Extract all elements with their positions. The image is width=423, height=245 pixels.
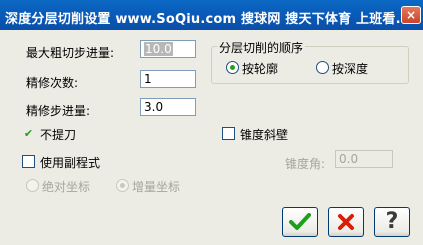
radio-incremental-coord-label[interactable]: 增量坐标: [132, 178, 180, 195]
close-button[interactable]: ×: [401, 6, 421, 24]
cancel-button[interactable]: [328, 207, 364, 237]
radio-absolute-coord[interactable]: [26, 179, 39, 192]
radio-by-contour[interactable]: [226, 61, 239, 74]
taper-angle-input[interactable]: 0.0: [335, 150, 393, 168]
checkmark-icon: ✔: [23, 127, 34, 140]
no-lift-checkbox[interactable]: ✔: [22, 127, 35, 140]
radio-by-depth-label[interactable]: 按深度: [332, 60, 368, 77]
finish-count-label: 精修次数:: [26, 76, 79, 90]
no-lift-label[interactable]: 不提刀: [40, 126, 76, 143]
ok-button[interactable]: [282, 207, 318, 237]
dialog-window: 深度分层切削设置 www.SoQiu.com 搜球网 搜天下体育 上班看... …: [0, 0, 423, 245]
max-rough-step-label: 最大粗切步进量:: [26, 46, 115, 60]
window-title: 深度分层切削设置 www.SoQiu.com 搜球网 搜天下体育 上班看...: [5, 12, 412, 27]
taper-wall-label[interactable]: 锥度斜壁: [240, 126, 288, 143]
max-rough-step-input[interactable]: 10.0: [140, 40, 196, 58]
radio-by-depth[interactable]: [316, 61, 329, 74]
taper-angle-label: 锥度角:: [285, 157, 326, 171]
close-icon: ×: [405, 8, 417, 22]
check-icon: [289, 213, 311, 230]
finish-step-input[interactable]: 3.0: [140, 98, 196, 116]
taper-wall-checkbox[interactable]: [222, 127, 235, 140]
finish-step-label: 精修步进量:: [26, 104, 91, 118]
radio-incremental-coord[interactable]: [116, 179, 129, 192]
help-button[interactable]: ?: [374, 207, 410, 237]
finish-count-input[interactable]: 1: [140, 70, 196, 88]
radio-by-contour-label[interactable]: 按轮廓: [242, 60, 278, 77]
use-subprogram-label[interactable]: 使用副程式: [40, 154, 100, 171]
question-icon: ?: [385, 209, 399, 234]
use-subprogram-checkbox[interactable]: [22, 155, 35, 168]
title-bar[interactable]: 深度分层切削设置 www.SoQiu.com 搜球网 搜天下体育 上班看... …: [0, 0, 423, 30]
layer-order-legend: 分层切削的顺序: [217, 39, 306, 56]
radio-absolute-coord-label[interactable]: 绝对坐标: [42, 178, 90, 195]
x-icon: [338, 214, 354, 230]
